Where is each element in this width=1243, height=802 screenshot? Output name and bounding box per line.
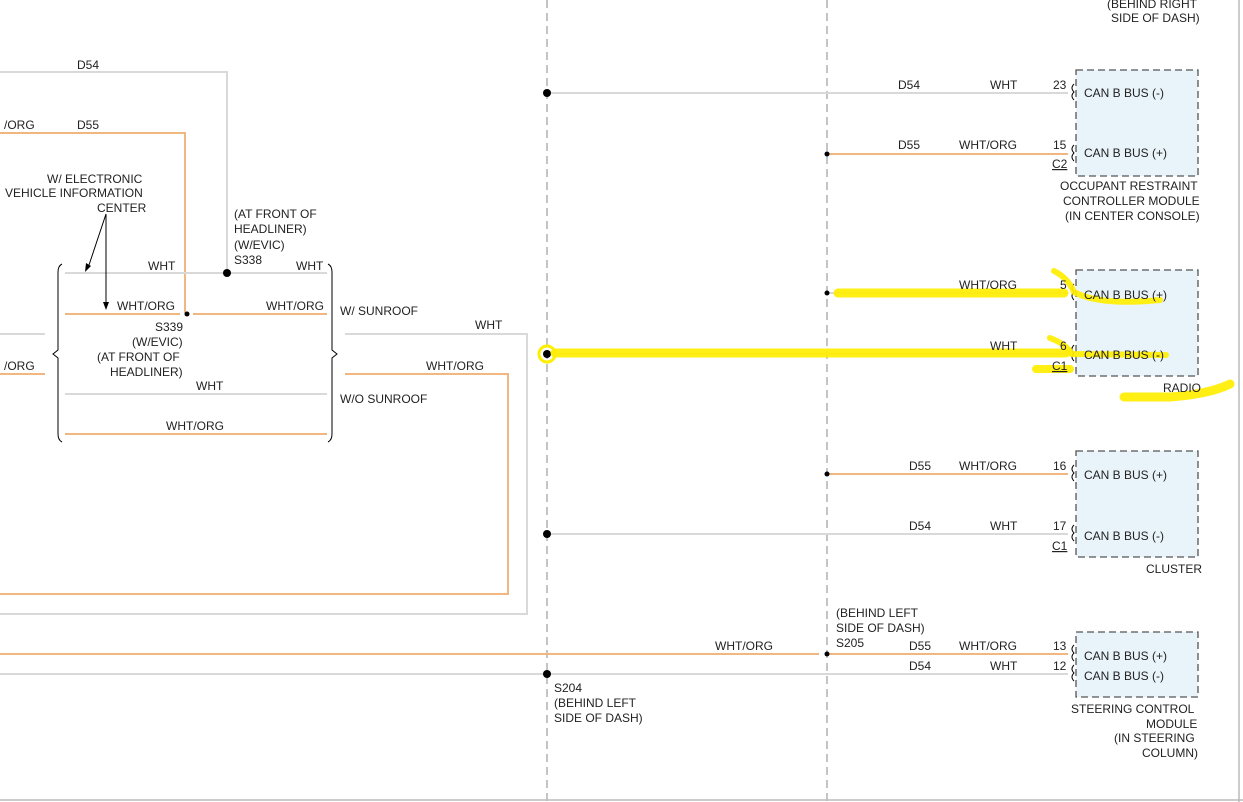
label-d54-cluster: D54 xyxy=(909,519,931,533)
label-whtorg-wo-sunroof: WHT/ORG xyxy=(166,419,224,433)
splice-dot-s339[interactable] xyxy=(184,311,190,317)
connector-cluster-c1: C1 xyxy=(1052,539,1068,553)
label-whtorg-main: WHT/ORG xyxy=(715,639,773,653)
note-s204-3: SIDE OF DASH) xyxy=(554,711,643,725)
wiring-diagram: (BEHIND RIGHT SIDE OF DASH) D54 D55 /ORG… xyxy=(0,0,1243,802)
note-s338-3: (W/EVIC) xyxy=(234,238,285,252)
label-s339: S339 xyxy=(155,320,183,334)
label-d55-top: D55 xyxy=(77,118,99,132)
splice-dot-s204[interactable] xyxy=(543,670,551,678)
signal-sccm-can-plus: CAN B BUS (+) xyxy=(1084,649,1167,663)
label-whtorg-left-top: /ORG xyxy=(4,118,35,132)
module-sccm-box[interactable] xyxy=(1075,631,1199,698)
signal-orc-can-plus: CAN B BUS (+) xyxy=(1084,146,1167,160)
pin-orc-15: 15 xyxy=(1053,138,1067,152)
pin-sccm-12: 12 xyxy=(1053,659,1067,673)
label-wht-sunroof: WHT xyxy=(475,318,503,332)
bracket-left xyxy=(52,263,63,443)
module-sccm-name-3: (IN STEERING xyxy=(1114,731,1195,745)
pin-cluster-16: 16 xyxy=(1053,459,1067,473)
note-s339-3: (AT FRONT OF xyxy=(97,350,180,364)
splice-dot-s205-orc[interactable] xyxy=(824,151,830,157)
splice-dot-s205-radio[interactable] xyxy=(824,290,830,296)
pin-orc-23: 23 xyxy=(1053,78,1067,92)
splice-dot-s204-cluster[interactable] xyxy=(543,530,551,538)
wire-whtorg-sunroof-loop[interactable] xyxy=(0,373,509,595)
module-radio-name: RADIO xyxy=(1163,381,1201,395)
note-evic-3: CENTER xyxy=(97,201,147,215)
label-wht-sccm: WHT xyxy=(990,659,1018,673)
label-wo-sunroof: W/O SUNROOF xyxy=(340,392,427,406)
signal-cluster-can-plus: CAN B BUS (+) xyxy=(1084,468,1167,482)
pin-cluster-17: 17 xyxy=(1053,519,1067,533)
label-wht-orc: WHT xyxy=(990,78,1018,92)
module-sccm-name-2: MODULE xyxy=(1146,717,1197,731)
label-wht-cluster: WHT xyxy=(990,519,1018,533)
wire-d55-top[interactable] xyxy=(0,132,186,313)
module-orc-name-1: OCCUPANT RESTRAINT xyxy=(1060,179,1198,193)
signal-radio-can-plus: CAN B BUS (+) xyxy=(1084,288,1167,302)
label-whtorg-left-mid: /ORG xyxy=(4,359,35,373)
label-d55-orc: D55 xyxy=(898,138,920,152)
label-d54-orc: D54 xyxy=(898,78,920,92)
label-d55-sccm: D55 xyxy=(909,639,931,653)
note-s205-1: (BEHIND LEFT xyxy=(836,606,919,620)
connector-radio-c1: C1 xyxy=(1052,359,1068,373)
label-wht-evic-left: WHT xyxy=(148,259,176,273)
pin-radio-5: 5 xyxy=(1060,278,1067,292)
label-wht-wo-sunroof: WHT xyxy=(196,379,224,393)
label-whtorg-evic-right: WHT/ORG xyxy=(266,299,324,313)
label-whtorg-evic-left: WHT/ORG xyxy=(117,299,175,313)
label-s204: S204 xyxy=(554,681,582,695)
note-s338-2: HEADLINER) xyxy=(234,222,307,236)
connector-orc-c2: C2 xyxy=(1052,157,1068,171)
wire-wht-sunroof-loop[interactable] xyxy=(0,333,528,615)
splice-dot-s338[interactable] xyxy=(223,269,231,277)
note-evic-2: VEHICLE INFORMATION xyxy=(5,186,143,200)
label-whtorg-radio: WHT/ORG xyxy=(959,278,1017,292)
pin-brackets xyxy=(1071,83,1075,682)
label-s205: S205 xyxy=(836,636,864,650)
splice-dot-s205-cluster[interactable] xyxy=(824,471,830,477)
module-orc-name-2: CONTROLLER MODULE xyxy=(1063,194,1200,208)
signal-radio-can-minus: CAN B BUS (-) xyxy=(1084,348,1164,362)
note-behind-right: (BEHIND RIGHT xyxy=(1107,0,1198,11)
label-whtorg-sunroof: WHT/ORG xyxy=(426,359,484,373)
label-d55-cluster: D55 xyxy=(909,459,931,473)
label-d54-top: D54 xyxy=(77,58,99,72)
module-orc-name-3: (IN CENTER CONSOLE) xyxy=(1065,209,1200,223)
splice-dot-s204-radio[interactable] xyxy=(543,350,551,358)
label-wht-radio: WHT xyxy=(990,339,1018,353)
label-whtorg-sccm: WHT/ORG xyxy=(959,639,1017,653)
note-s204-2: (BEHIND LEFT xyxy=(554,696,637,710)
bracket-right xyxy=(327,263,338,443)
module-cluster-name: CLUSTER xyxy=(1146,562,1202,576)
evic-arrowhead-right xyxy=(103,302,109,310)
pin-radio-6: 6 xyxy=(1060,339,1067,353)
splice-dot-s204-top[interactable] xyxy=(543,89,551,97)
module-sccm-name-1: STEERING CONTROL xyxy=(1071,702,1195,716)
module-sccm-name-4: COLUMN) xyxy=(1142,746,1198,760)
evic-arrowhead-left xyxy=(85,263,91,272)
splice-dot-s205[interactable] xyxy=(824,651,830,657)
label-d54-sccm: D54 xyxy=(909,659,931,673)
note-s205-2: SIDE OF DASH) xyxy=(836,621,925,635)
signal-sccm-can-minus: CAN B BUS (-) xyxy=(1084,669,1164,683)
label-whtorg-orc: WHT/ORG xyxy=(959,138,1017,152)
note-s338-1: (AT FRONT OF xyxy=(234,207,317,221)
label-w-sunroof: W/ SUNROOF xyxy=(340,304,418,318)
note-behind-right-2: SIDE OF DASH) xyxy=(1111,11,1200,25)
note-s339-4: HEADLINER) xyxy=(110,365,183,379)
evic-arrow-left xyxy=(87,213,107,269)
note-s339-2: (W/EVIC) xyxy=(132,335,183,349)
label-whtorg-cluster: WHT/ORG xyxy=(959,459,1017,473)
label-wht-evic-right: WHT xyxy=(296,259,324,273)
signal-cluster-can-minus: CAN B BUS (-) xyxy=(1084,529,1164,543)
pin-sccm-13: 13 xyxy=(1053,639,1067,653)
note-evic-1: W/ ELECTRONIC xyxy=(47,172,143,186)
label-s338: S338 xyxy=(234,253,262,267)
signal-orc-can-minus: CAN B BUS (-) xyxy=(1084,86,1164,100)
